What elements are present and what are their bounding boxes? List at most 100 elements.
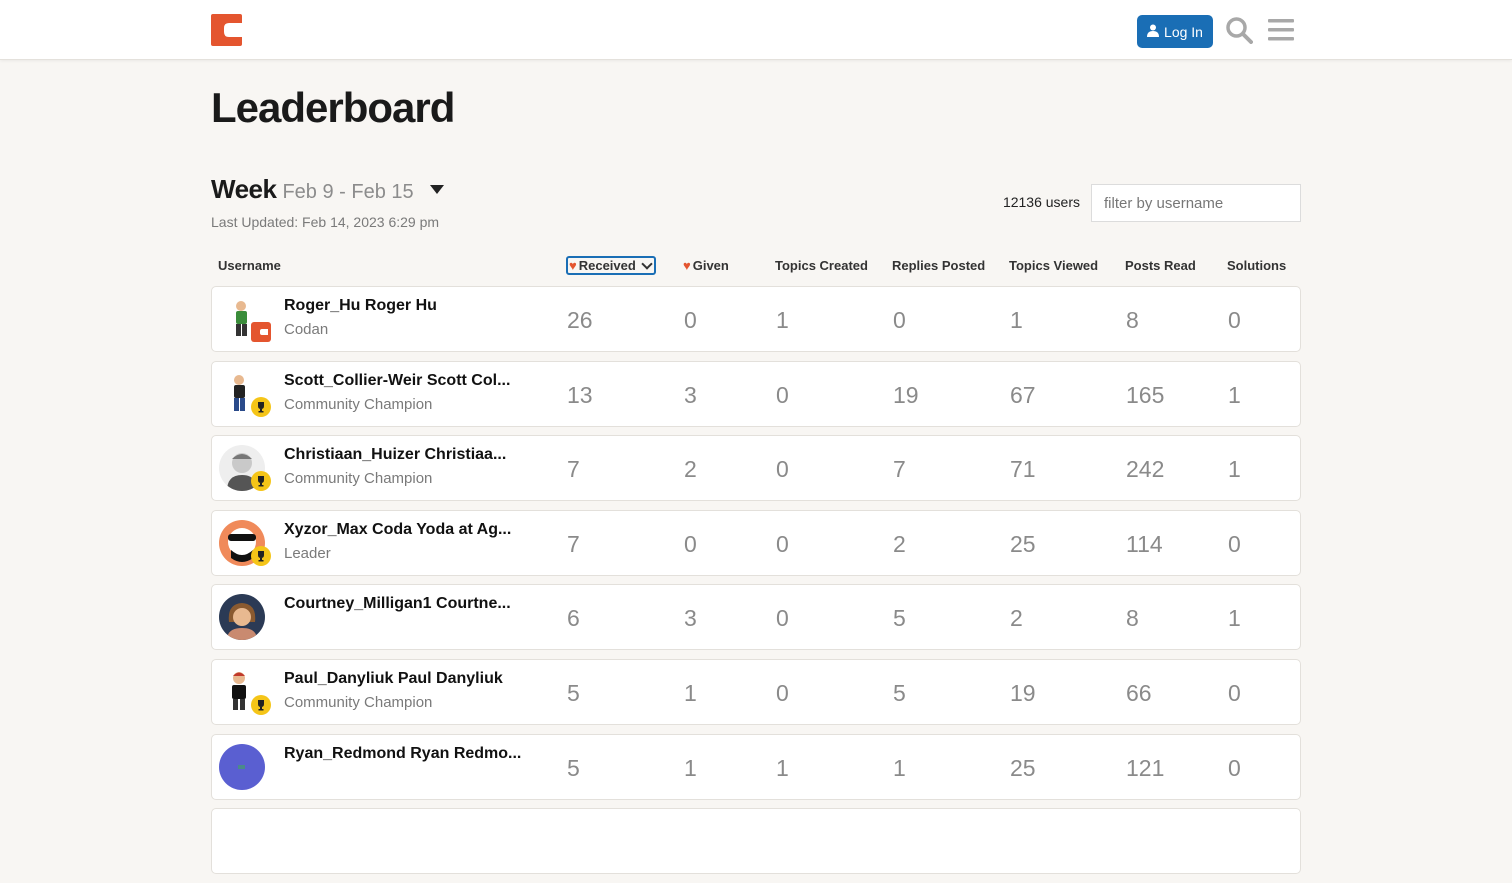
- caret-down-icon: [429, 185, 444, 194]
- cell-topics-viewed: 67: [1010, 381, 1036, 408]
- cell-posts-read: 242: [1126, 456, 1165, 483]
- cell-topics-viewed: 25: [1010, 530, 1036, 557]
- th-solutions[interactable]: Solutions: [1227, 258, 1286, 273]
- cell-received: 7: [567, 530, 580, 557]
- cell-topics-viewed: 1: [1010, 307, 1023, 333]
- cell-replies-posted: 5: [893, 679, 906, 706]
- cell-received: 5: [567, 754, 580, 781]
- username[interactable]: Scott_Collier-Weir Scott Col...: [284, 370, 529, 392]
- cell-given: 3: [684, 381, 697, 408]
- cell-posts-read: 165: [1126, 381, 1165, 408]
- period-range: Feb 9 - Feb 15: [282, 181, 414, 203]
- th-given[interactable]: ♥ Given: [683, 258, 729, 273]
- cell-topics-viewed: 2: [1010, 605, 1023, 632]
- cell-received: 26: [567, 307, 593, 333]
- table-row[interactable]: Roger_Hu Roger Hu Codan 26 0 1 0 1 8 0: [211, 286, 1301, 352]
- user-count: 12136 users: [1002, 194, 1080, 210]
- cell-given: 3: [684, 605, 697, 632]
- cell-replies-posted: 7: [893, 456, 906, 483]
- trophy-icon: [251, 694, 271, 715]
- chevron-down-icon: [641, 257, 653, 270]
- cell-topics-created: 0: [776, 381, 789, 408]
- cell-posts-read: 114: [1126, 530, 1163, 557]
- hamburger-menu-icon[interactable]: [1268, 16, 1296, 44]
- codan-icon: [251, 322, 271, 342]
- cell-topics-viewed: 25: [1010, 754, 1036, 781]
- cell-given: 0: [684, 530, 697, 557]
- th-topics-created[interactable]: Topics Created: [775, 258, 868, 273]
- th-topics-viewed[interactable]: Topics Viewed: [1009, 258, 1098, 273]
- username[interactable]: Courtney_Milligan1 Courtne...: [284, 593, 529, 615]
- cell-solutions: 0: [1228, 679, 1241, 706]
- avatar[interactable]: [219, 743, 265, 790]
- user-title: Community Champion: [284, 693, 433, 711]
- user-title: Community Champion: [284, 470, 433, 488]
- trophy-icon: [251, 396, 271, 417]
- table-row[interactable]: Paul_Danyliuk Paul Danyliuk Community Ch…: [211, 658, 1301, 725]
- table-row[interactable]: Courtney_Milligan1 Courtne... 6 3 0 5 2 …: [211, 584, 1301, 651]
- th-posts-read[interactable]: Posts Read: [1125, 258, 1196, 273]
- table-header: Username ♥ Received ♥ Given Topics Creat…: [0, 256, 1512, 276]
- heart-icon: ♥: [683, 258, 691, 273]
- cell-received: 5: [567, 679, 580, 706]
- username[interactable]: Roger_Hu Roger Hu: [284, 295, 529, 317]
- username[interactable]: Paul_Danyliuk Paul Danyliuk: [284, 668, 529, 690]
- table-row[interactable]: Christiaan_Huizer Christiaa... Community…: [211, 435, 1301, 502]
- cell-topics-created: 1: [776, 307, 789, 333]
- cell-replies-posted: 2: [893, 530, 906, 557]
- cell-posts-read: 8: [1126, 605, 1139, 632]
- th-received-label: Received: [578, 258, 636, 273]
- leaderboard-list: Roger_Hu Roger Hu Codan 26 0 1 0 1 8 0 S…: [211, 286, 1301, 883]
- last-updated: Last Updated: Feb 14, 2023 6:29 pm: [211, 214, 440, 230]
- username[interactable]: Christiaan_Huizer Christiaa...: [284, 444, 529, 466]
- cell-given: 0: [684, 307, 697, 333]
- cell-solutions: 1: [1228, 456, 1241, 483]
- cell-given: 1: [684, 679, 697, 706]
- avatar[interactable]: [219, 594, 265, 641]
- cell-topics-created: 0: [776, 530, 789, 557]
- heart-icon: ♥: [569, 258, 577, 273]
- cell-replies-posted: 5: [893, 605, 906, 632]
- cell-received: 7: [567, 456, 580, 483]
- user-title: Codan: [284, 321, 329, 338]
- login-button[interactable]: Log In: [1137, 15, 1213, 48]
- cell-solutions: 1: [1228, 381, 1241, 408]
- table-row[interactable]: Scott_Collier-Weir Scott Col... Communit…: [211, 360, 1301, 427]
- cell-topics-created: 1: [776, 754, 789, 781]
- coda-logo[interactable]: [211, 14, 242, 46]
- period-label: Week: [211, 174, 277, 204]
- cell-topics-viewed: 19: [1010, 679, 1036, 706]
- cell-posts-read: 121: [1126, 754, 1165, 781]
- site-header: Log In: [0, 0, 1512, 60]
- cell-solutions: 1: [1228, 605, 1241, 632]
- cell-topics-viewed: 71: [1010, 456, 1036, 483]
- username[interactable]: Xyzor_Max Coda Yoda at Ag...: [284, 519, 529, 541]
- cell-topics-created: 0: [776, 456, 789, 483]
- table-row[interactable]: [211, 808, 1301, 875]
- cell-replies-posted: 1: [893, 754, 906, 781]
- period-selector[interactable]: Week Feb 9 - Feb 15: [211, 174, 444, 205]
- th-username[interactable]: Username: [218, 258, 281, 273]
- trophy-icon: [251, 471, 271, 492]
- search-icon[interactable]: [1225, 16, 1253, 44]
- cell-received: 6: [567, 605, 580, 632]
- table-row[interactable]: Xyzor_Max Coda Yoda at Ag... Leader 7 0 …: [211, 509, 1301, 576]
- table-row[interactable]: Ryan_Redmond Ryan Redmo... 5 1 1 1 25 12…: [211, 733, 1301, 800]
- cell-solutions: 0: [1228, 754, 1241, 781]
- cell-replies-posted: 19: [893, 381, 919, 408]
- cell-solutions: 0: [1228, 530, 1241, 557]
- page-title: Leaderboard: [211, 84, 455, 131]
- cell-topics-created: 0: [776, 679, 789, 706]
- cell-received: 13: [567, 381, 593, 408]
- cell-topics-created: 0: [776, 605, 789, 632]
- cell-posts-read: 66: [1126, 679, 1152, 706]
- cell-given: 2: [684, 456, 697, 483]
- th-given-label: Given: [692, 258, 729, 273]
- cell-solutions: 0: [1228, 307, 1241, 333]
- th-received[interactable]: ♥ Received: [566, 256, 656, 275]
- filter-username-input[interactable]: [1091, 184, 1301, 222]
- th-replies-posted[interactable]: Replies Posted: [892, 258, 985, 273]
- username[interactable]: Ryan_Redmond Ryan Redmo...: [284, 743, 529, 765]
- user-title: Leader: [284, 544, 331, 562]
- user-title: Community Champion: [284, 395, 433, 413]
